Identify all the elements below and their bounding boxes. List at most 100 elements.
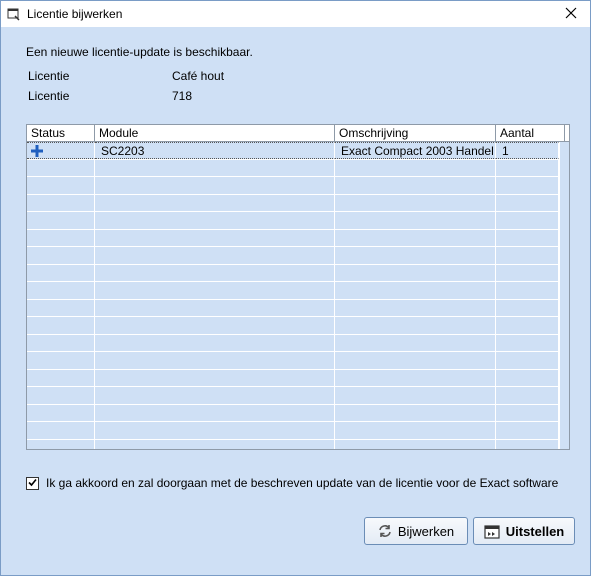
table-row-empty[interactable] — [27, 264, 559, 282]
empty-cell — [335, 369, 496, 386]
empty-cell — [496, 229, 559, 246]
empty-cell — [27, 352, 95, 369]
empty-cell — [496, 439, 559, 449]
empty-cell — [496, 387, 559, 404]
empty-cell — [335, 422, 496, 439]
empty-cell — [95, 404, 335, 421]
empty-cell — [27, 177, 95, 194]
agreement-row: Ik ga akkoord en zal doorgaan met de bes… — [26, 476, 558, 490]
empty-cell — [95, 299, 335, 316]
postpone-button-label: Uitstellen — [505, 523, 565, 539]
empty-cell — [496, 159, 559, 176]
checkmark-icon — [28, 476, 37, 490]
postpone-button[interactable]: Uitstellen — [473, 517, 575, 545]
empty-cell — [95, 177, 335, 194]
license-update-dialog: Licentie bijwerken Een nieuwe licentie-u… — [0, 0, 591, 576]
empty-cell — [496, 282, 559, 299]
table-row-empty[interactable] — [27, 177, 559, 195]
grid-scrollbar[interactable] — [559, 142, 569, 449]
empty-cell — [335, 439, 496, 449]
empty-cell — [496, 212, 559, 229]
empty-cell — [27, 387, 95, 404]
license-value: Café hout — [172, 69, 225, 83]
empty-cell — [496, 299, 559, 316]
table-row[interactable]: SC2203 Exact Compact 2003 Handel ... 1 — [27, 142, 559, 160]
empty-cell — [27, 282, 95, 299]
window-title: Licentie bijwerken — [27, 7, 123, 21]
empty-cell — [496, 334, 559, 351]
empty-cell — [95, 247, 335, 264]
table-row-empty[interactable] — [27, 422, 559, 440]
update-button[interactable]: Bijwerken — [364, 517, 468, 545]
empty-cell — [95, 334, 335, 351]
empty-cell — [27, 247, 95, 264]
modules-grid[interactable]: Status Module Omschrijving Aantal SC2203… — [26, 124, 570, 450]
close-icon — [565, 7, 577, 22]
table-row-empty[interactable] — [27, 282, 559, 300]
empty-cell — [27, 212, 95, 229]
empty-cell — [95, 387, 335, 404]
empty-cell — [27, 404, 95, 421]
omschrijving-cell: Exact Compact 2003 Handel ... — [335, 142, 496, 159]
empty-cell — [335, 159, 496, 176]
table-row-empty[interactable] — [27, 159, 559, 177]
empty-cell — [27, 194, 95, 211]
empty-cell — [335, 317, 496, 334]
table-row-empty[interactable] — [27, 387, 559, 405]
empty-cell — [335, 387, 496, 404]
empty-cell — [27, 317, 95, 334]
update-message: Een nieuwe licentie-update is beschikbaa… — [26, 45, 253, 59]
dialog-body: Een nieuwe licentie-update is beschikbaa… — [1, 27, 590, 575]
update-button-label: Bijwerken — [397, 523, 455, 539]
column-header-status[interactable]: Status — [27, 125, 95, 141]
empty-cell — [335, 352, 496, 369]
empty-cell — [95, 422, 335, 439]
close-button[interactable] — [552, 1, 590, 27]
empty-cell — [335, 299, 496, 316]
column-header-omschrijving[interactable]: Omschrijving — [335, 125, 496, 141]
agreement-label[interactable]: Ik ga akkoord en zal doorgaan met de bes… — [46, 476, 558, 490]
empty-cell — [95, 369, 335, 386]
empty-cell — [335, 334, 496, 351]
empty-cell — [496, 369, 559, 386]
grid-rows: SC2203 Exact Compact 2003 Handel ... 1 — [27, 142, 559, 449]
module-cell: SC2203 — [95, 142, 335, 159]
empty-cell — [335, 247, 496, 264]
postpone-calendar-icon — [484, 524, 500, 539]
empty-cell — [496, 177, 559, 194]
empty-cell — [496, 352, 559, 369]
empty-cell — [27, 334, 95, 351]
table-row-empty[interactable] — [27, 194, 559, 212]
table-row-empty[interactable] — [27, 212, 559, 230]
empty-cell — [95, 264, 335, 281]
empty-cell — [27, 229, 95, 246]
empty-cell — [335, 212, 496, 229]
empty-cell — [27, 422, 95, 439]
refresh-icon — [378, 524, 392, 538]
empty-cell — [496, 422, 559, 439]
table-row-empty[interactable] — [27, 317, 559, 335]
table-row-empty[interactable] — [27, 352, 559, 370]
empty-cell — [27, 264, 95, 281]
empty-cell — [335, 177, 496, 194]
table-row-empty[interactable] — [27, 439, 559, 449]
empty-cell — [496, 317, 559, 334]
empty-cell — [496, 247, 559, 264]
license-value: 718 — [172, 89, 193, 103]
empty-cell — [496, 264, 559, 281]
empty-cell — [95, 439, 335, 449]
table-row-empty[interactable] — [27, 334, 559, 352]
empty-cell — [496, 194, 559, 211]
column-header-module[interactable]: Module — [95, 125, 335, 141]
table-row-empty[interactable] — [27, 369, 559, 387]
table-row-empty[interactable] — [27, 229, 559, 247]
table-row-empty[interactable] — [27, 404, 559, 422]
table-row-empty[interactable] — [27, 247, 559, 265]
empty-cell — [95, 317, 335, 334]
license-label: Licentie — [28, 89, 70, 103]
agreement-checkbox[interactable] — [26, 476, 39, 490]
empty-cell — [335, 404, 496, 421]
column-header-aantal[interactable]: Aantal — [496, 125, 565, 141]
table-row-empty[interactable] — [27, 299, 559, 317]
empty-cell — [335, 264, 496, 281]
